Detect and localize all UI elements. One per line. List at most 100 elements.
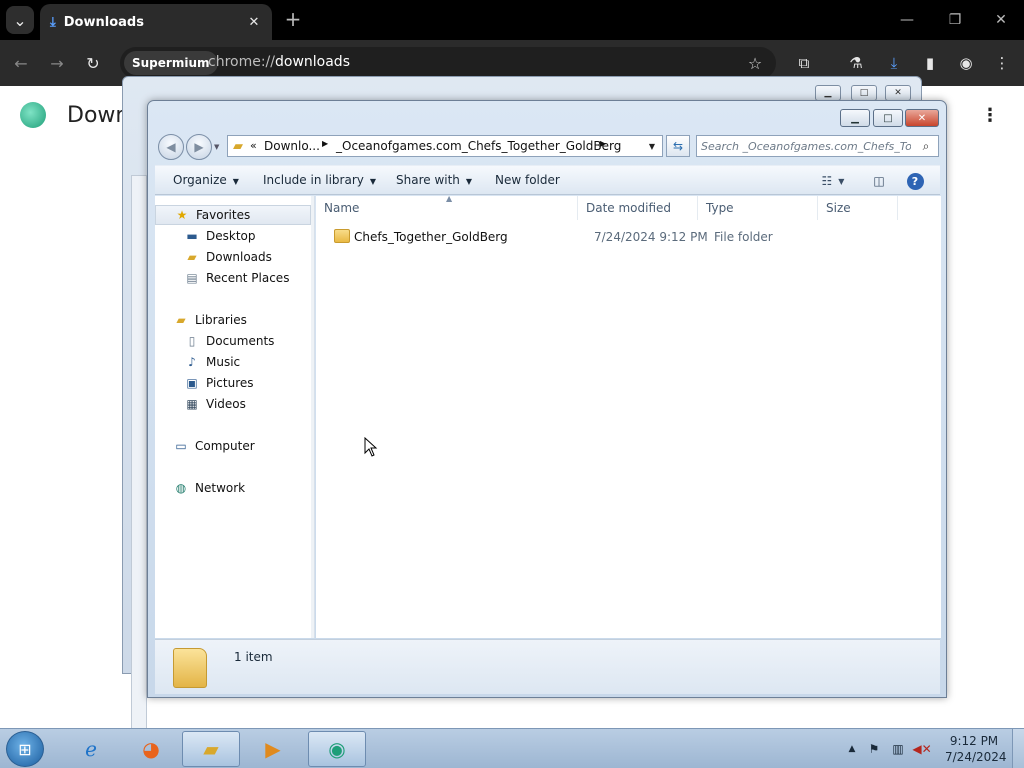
- tab-search-button[interactable]: ⌄: [6, 6, 34, 34]
- media-player-icon[interactable]: ▶: [244, 731, 302, 767]
- tab-title: Downloads: [63, 14, 144, 30]
- maximize-button[interactable]: □: [873, 109, 903, 127]
- explorer-forward-button[interactable]: ▶: [186, 134, 212, 160]
- firefox-icon[interactable]: ◕: [122, 731, 180, 767]
- labs-flask-icon[interactable]: ⚗: [844, 51, 868, 75]
- search-icon[interactable]: ⌕: [918, 138, 934, 154]
- column-header-date-modified[interactable]: Date modified: [578, 196, 698, 220]
- breadcrumb-item[interactable]: Downlo...: [264, 139, 320, 153]
- file-explorer-icon[interactable]: ▰: [182, 731, 240, 767]
- nav-downloads[interactable]: ▰ Downloads: [155, 247, 311, 267]
- breadcrumb-arrow-icon[interactable]: ▶: [322, 139, 328, 148]
- desktop-icon: ▬: [186, 229, 198, 243]
- bg-window-pane: [131, 175, 147, 735]
- search-input[interactable]: [701, 138, 911, 154]
- item-count: 1 item: [234, 650, 273, 664]
- close-button[interactable]: ✕: [905, 109, 939, 127]
- explorer-back-button[interactable]: ◀: [158, 134, 184, 160]
- browser-tab-downloads[interactable]: ⤓ Downloads ✕: [40, 4, 272, 40]
- address-dropdown-icon[interactable]: ▼: [645, 138, 659, 154]
- volume-muted-icon[interactable]: ◀✕: [912, 739, 931, 759]
- column-header-name[interactable]: Name ▲: [316, 194, 578, 220]
- action-center-flag-icon[interactable]: ⚑: [866, 739, 882, 759]
- nav-libraries[interactable]: ▰ Libraries: [155, 310, 311, 330]
- details-pane: 1 item: [155, 639, 940, 694]
- file-type: File folder: [714, 230, 773, 244]
- close-tab-icon[interactable]: ✕: [244, 12, 264, 32]
- clock-date: 7/24/2024: [945, 750, 1007, 764]
- network-tray-icon[interactable]: ▥: [890, 739, 906, 759]
- file-row[interactable]: Chefs_Together_GoldBerg 7/24/2024 9:12 P…: [316, 226, 941, 248]
- nav-music[interactable]: ♪ Music: [155, 352, 311, 372]
- nav-computer[interactable]: ▭ Computer: [155, 436, 311, 456]
- bg-maximize-icon[interactable]: □: [851, 85, 877, 101]
- browser-menu-icon[interactable]: ⋮: [990, 51, 1014, 75]
- site-chip[interactable]: Supermium: [124, 51, 218, 75]
- explorer-address-bar[interactable]: ▰ « Downlo... ▶ _Oceanofgames.com_Chefs_…: [227, 135, 663, 157]
- internet-explorer-icon[interactable]: ℯ: [62, 731, 120, 767]
- column-header-size[interactable]: Size: [818, 196, 898, 220]
- organize-button[interactable]: Organize ▼: [173, 173, 239, 187]
- nav-pictures[interactable]: ▣ Pictures: [155, 373, 311, 393]
- new-folder-button[interactable]: New folder: [495, 173, 560, 187]
- back-button[interactable]: ←: [8, 50, 34, 76]
- profile-avatar-icon[interactable]: ◉: [954, 51, 978, 75]
- music-icon: ♪: [188, 355, 196, 369]
- nav-desktop[interactable]: ▬ Desktop: [155, 226, 311, 246]
- url-text[interactable]: chrome://downloads: [208, 54, 350, 70]
- column-header-type[interactable]: Type: [698, 196, 818, 220]
- file-name: Chefs_Together_GoldBerg: [354, 230, 508, 244]
- nav-documents[interactable]: ▯ Documents: [155, 331, 311, 351]
- side-panel-icon[interactable]: ▮: [918, 51, 942, 75]
- preview-pane-icon[interactable]: ◫: [869, 171, 889, 191]
- reload-button[interactable]: ↻: [80, 50, 106, 76]
- breadcrumb-arrow-icon[interactable]: ▶: [600, 139, 606, 148]
- change-view-icon[interactable]: ☷ ▼: [815, 171, 851, 191]
- downloads-toolbar-icon[interactable]: ⤓: [882, 51, 906, 75]
- nav-network[interactable]: ◍ Network: [155, 478, 311, 498]
- browser-tab-strip: ⌄ ⤓ Downloads ✕ + — ❐ ✕: [0, 0, 1024, 40]
- extensions-icon[interactable]: ⧉: [792, 51, 816, 75]
- help-icon[interactable]: ?: [905, 171, 925, 191]
- bg-minimize-icon[interactable]: ▁: [815, 85, 841, 101]
- documents-icon: ▯: [188, 334, 196, 348]
- supermium-browser-icon[interactable]: ◉: [308, 731, 366, 767]
- breadcrumb-overflow[interactable]: «: [250, 139, 257, 152]
- mouse-cursor-icon: [364, 437, 378, 457]
- breadcrumb-item[interactable]: _Oceanofgames.com_Chefs_Together_GoldBer…: [336, 139, 621, 153]
- recent-pages-dropdown-icon[interactable]: ▼: [214, 143, 222, 153]
- show-hidden-icons-icon[interactable]: ▲: [844, 739, 860, 759]
- sort-ascending-icon: ▲: [446, 194, 453, 203]
- browser-close-button[interactable]: ✕: [984, 6, 1018, 34]
- share-with-button[interactable]: Share with ▼: [396, 173, 472, 187]
- file-date-modified: 7/24/2024 9:12 PM: [594, 230, 708, 244]
- browser-restore-button[interactable]: ❐: [938, 6, 972, 34]
- nav-pane-scrollbar[interactable]: [311, 196, 314, 638]
- folder-icon: [334, 229, 350, 243]
- browser-minimize-button[interactable]: —: [890, 6, 924, 34]
- pictures-icon: ▣: [186, 376, 198, 390]
- downloads-more-icon[interactable]: ⋮: [980, 102, 1000, 128]
- downloads-folder-icon: ▰: [187, 250, 197, 264]
- show-desktop-button[interactable]: [1012, 729, 1024, 768]
- system-clock[interactable]: 9:12 PM 7/24/2024: [945, 733, 1007, 765]
- start-button[interactable]: ⊞: [6, 731, 44, 767]
- bookmark-star-icon[interactable]: ☆: [744, 52, 766, 74]
- computer-icon: ▭: [175, 439, 187, 453]
- address-bar[interactable]: Supermium chrome://downloads ☆: [120, 47, 776, 79]
- refresh-icon[interactable]: ⇆: [666, 135, 690, 157]
- videos-icon: ▦: [186, 397, 198, 411]
- forward-button[interactable]: →: [44, 50, 70, 76]
- nav-videos[interactable]: ▦ Videos: [155, 394, 311, 414]
- nav-recent-places[interactable]: ▤ Recent Places: [155, 268, 311, 288]
- nav-favorites[interactable]: ★ Favorites: [155, 205, 311, 225]
- bg-close-icon[interactable]: ✕: [885, 85, 911, 101]
- include-in-library-button[interactable]: Include in library ▼: [263, 173, 376, 187]
- new-tab-button[interactable]: +: [282, 7, 304, 31]
- recent-places-icon: ▤: [186, 271, 198, 285]
- minimize-button[interactable]: ▁: [840, 109, 870, 127]
- search-box[interactable]: ⌕: [696, 135, 939, 157]
- downloads-logo-icon: [20, 102, 46, 128]
- large-folder-icon: [173, 648, 207, 688]
- explorer-window[interactable]: ▁ □ ✕ ◀ ▶ ▼ ▰ « Downlo... ▶ _Oceanofgame…: [147, 100, 947, 698]
